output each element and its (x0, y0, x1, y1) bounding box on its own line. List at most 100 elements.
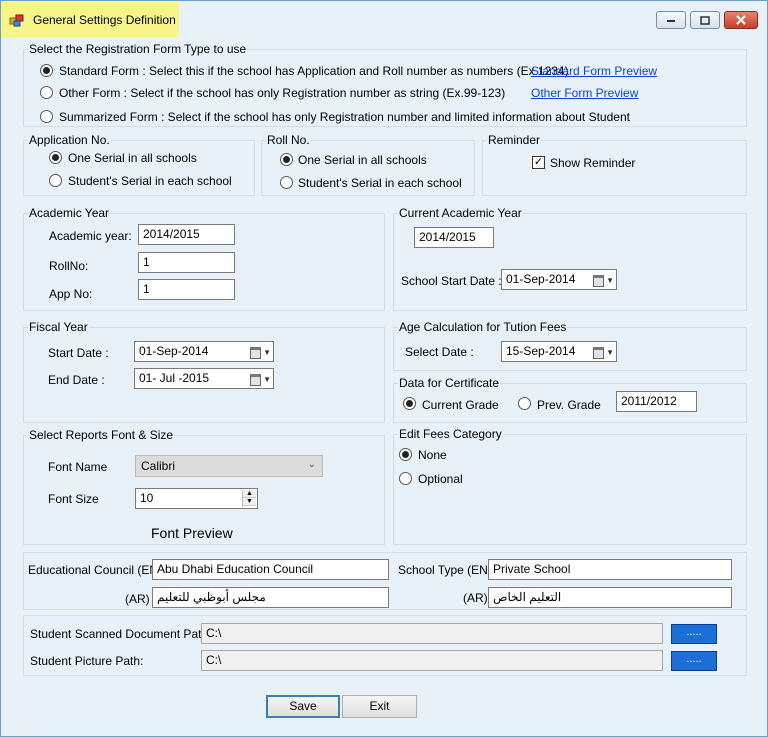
title-bar: General Settings Definition (1, 1, 767, 39)
font-name-value: Calibri (141, 459, 176, 473)
chevron-down-icon: ▼ (606, 348, 614, 357)
scanned-path-label: Student Scanned Document Path: (30, 627, 212, 641)
group-title: Data for Certificate (398, 376, 501, 390)
prev-grade-input[interactable]: 2011/2012 (616, 391, 697, 412)
maximize-icon (700, 15, 710, 25)
educational-council-ar-input[interactable]: مجلس أبوظبي للتعليم (152, 587, 389, 608)
group-title: Application No. (28, 133, 111, 147)
scanned-browse-button[interactable]: ..... (671, 624, 717, 644)
fiscal-end-date-picker[interactable]: 01- Jul -2015 ▼ (134, 368, 274, 389)
radio-other-form[interactable] (40, 86, 53, 99)
roll-one-serial-label: One Serial in all schools (298, 153, 427, 167)
group-title: Academic Year (28, 206, 111, 220)
app-student-serial-label: Student's Serial in each school (68, 174, 232, 188)
font-preview-label: Font Preview (151, 525, 233, 541)
radio-roll-one-serial[interactable] (280, 153, 293, 166)
radio-prev-grade[interactable] (518, 397, 531, 410)
font-size-spin[interactable]: ▲ ▼ (242, 490, 256, 507)
minimize-button[interactable] (656, 11, 686, 29)
radio-fees-none[interactable] (399, 448, 412, 461)
rollno-input[interactable]: 1 (138, 252, 235, 273)
group-title: Reminder (487, 133, 542, 147)
group-title: Roll No. (266, 133, 311, 147)
fiscal-start-date-label: Start Date : (48, 346, 109, 360)
age-select-date-value: 15-Sep-2014 (506, 344, 576, 358)
save-button[interactable]: Save (266, 695, 340, 718)
calendar-icon (593, 346, 605, 359)
radio-app-student-serial[interactable] (49, 174, 62, 187)
radio-standard-form[interactable] (40, 64, 53, 77)
educational-council-en-input[interactable]: Abu Dhabi Education Council (152, 559, 389, 580)
school-type-en-label: School Type (EN) (398, 563, 492, 577)
font-size-stepper[interactable]: 10 ▲ ▼ (135, 488, 258, 509)
school-type-ar-input[interactable]: التعليم الخاص (488, 587, 732, 608)
maximize-button[interactable] (690, 11, 720, 29)
minimize-icon (667, 20, 675, 22)
app-one-serial-label: One Serial in all schools (68, 151, 197, 165)
settings-window: General Settings Definition Select the R… (0, 0, 768, 737)
fees-optional-label: Optional (418, 472, 463, 486)
close-button[interactable] (724, 11, 758, 29)
calendar-icon (250, 346, 262, 359)
picture-browse-button[interactable]: ..... (671, 651, 717, 671)
current-academic-year-input[interactable]: 2014/2015 (414, 227, 494, 248)
font-name-select[interactable]: Calibri ⌄ (135, 455, 323, 477)
close-icon (736, 15, 746, 25)
exit-button[interactable]: Exit (342, 695, 417, 718)
font-name-label: Font Name (48, 460, 108, 474)
group-title: Edit Fees Category (398, 427, 503, 441)
school-start-date-label: School Start Date : (401, 274, 502, 288)
scanned-path-input[interactable]: C:\ (201, 623, 663, 644)
other-form-label: Other Form : Select if the school has on… (59, 86, 506, 100)
summarized-form-label: Summarized Form : Select if the school h… (59, 110, 630, 124)
chevron-down-icon: ▼ (606, 276, 614, 285)
radio-app-one-serial[interactable] (49, 151, 62, 164)
radio-summarized-form[interactable] (40, 110, 53, 123)
show-reminder-checkbox[interactable]: ✓ (532, 156, 545, 169)
arrow-down-icon[interactable]: ▼ (243, 498, 256, 506)
group-title: Select the Registration Form Type to use (28, 42, 248, 56)
group-title: Select Reports Font & Size (28, 428, 175, 442)
prev-grade-label: Prev. Grade (537, 398, 601, 412)
fiscal-start-date-value: 01-Sep-2014 (139, 344, 209, 358)
academic-year-input[interactable]: 2014/2015 (138, 224, 235, 245)
font-size-label: Font Size (48, 492, 99, 506)
chevron-down-icon: ▼ (263, 348, 271, 357)
window-title: General Settings Definition (33, 13, 176, 27)
standard-form-preview-link[interactable]: Standard Form Preview (531, 64, 657, 78)
calendar-icon (593, 274, 605, 287)
school-type-ar-label: (AR) (463, 591, 488, 605)
age-select-date-label: Select Date : (405, 345, 474, 359)
chevron-down-icon: ⌄ (307, 459, 316, 470)
show-reminder-label: Show Reminder (550, 156, 636, 170)
font-size-value: 10 (140, 491, 154, 505)
fiscal-start-date-picker[interactable]: 01-Sep-2014 ▼ (134, 341, 274, 362)
group-title: Current Academic Year (398, 206, 523, 220)
app-icon (9, 14, 24, 27)
appno-label: App No: (49, 287, 93, 301)
rollno-label: RollNo: (49, 259, 89, 273)
radio-current-grade[interactable] (403, 397, 416, 410)
calendar-icon (250, 373, 262, 386)
fiscal-end-date-value: 01- Jul -2015 (139, 371, 210, 385)
school-start-date-value: 01-Sep-2014 (506, 272, 576, 286)
age-select-date-picker[interactable]: 15-Sep-2014 ▼ (501, 341, 617, 362)
other-form-preview-link[interactable]: Other Form Preview (531, 86, 638, 100)
academic-year-label: Academic year: (49, 229, 132, 243)
educational-council-en-label: Educational Council (EN) (28, 563, 163, 577)
radio-fees-optional[interactable] (399, 472, 412, 485)
roll-student-serial-label: Student's Serial in each school (298, 176, 462, 190)
appno-input[interactable]: 1 (138, 279, 235, 300)
chevron-down-icon: ▼ (263, 375, 271, 384)
school-type-en-input[interactable]: Private School (488, 559, 732, 580)
picture-path-input[interactable]: C:\ (201, 650, 663, 671)
school-start-date-picker[interactable]: 01-Sep-2014 ▼ (501, 269, 617, 290)
current-grade-label: Current Grade (422, 398, 499, 412)
arrow-up-icon[interactable]: ▲ (243, 490, 256, 498)
group-title: Fiscal Year (28, 320, 89, 334)
fees-none-label: None (418, 448, 447, 462)
educational-council-ar-label: (AR) (125, 592, 150, 606)
radio-roll-student-serial[interactable] (280, 176, 293, 189)
standard-form-label: Standard Form : Select this if the schoo… (59, 64, 569, 78)
picture-path-label: Student Picture Path: (30, 654, 144, 668)
